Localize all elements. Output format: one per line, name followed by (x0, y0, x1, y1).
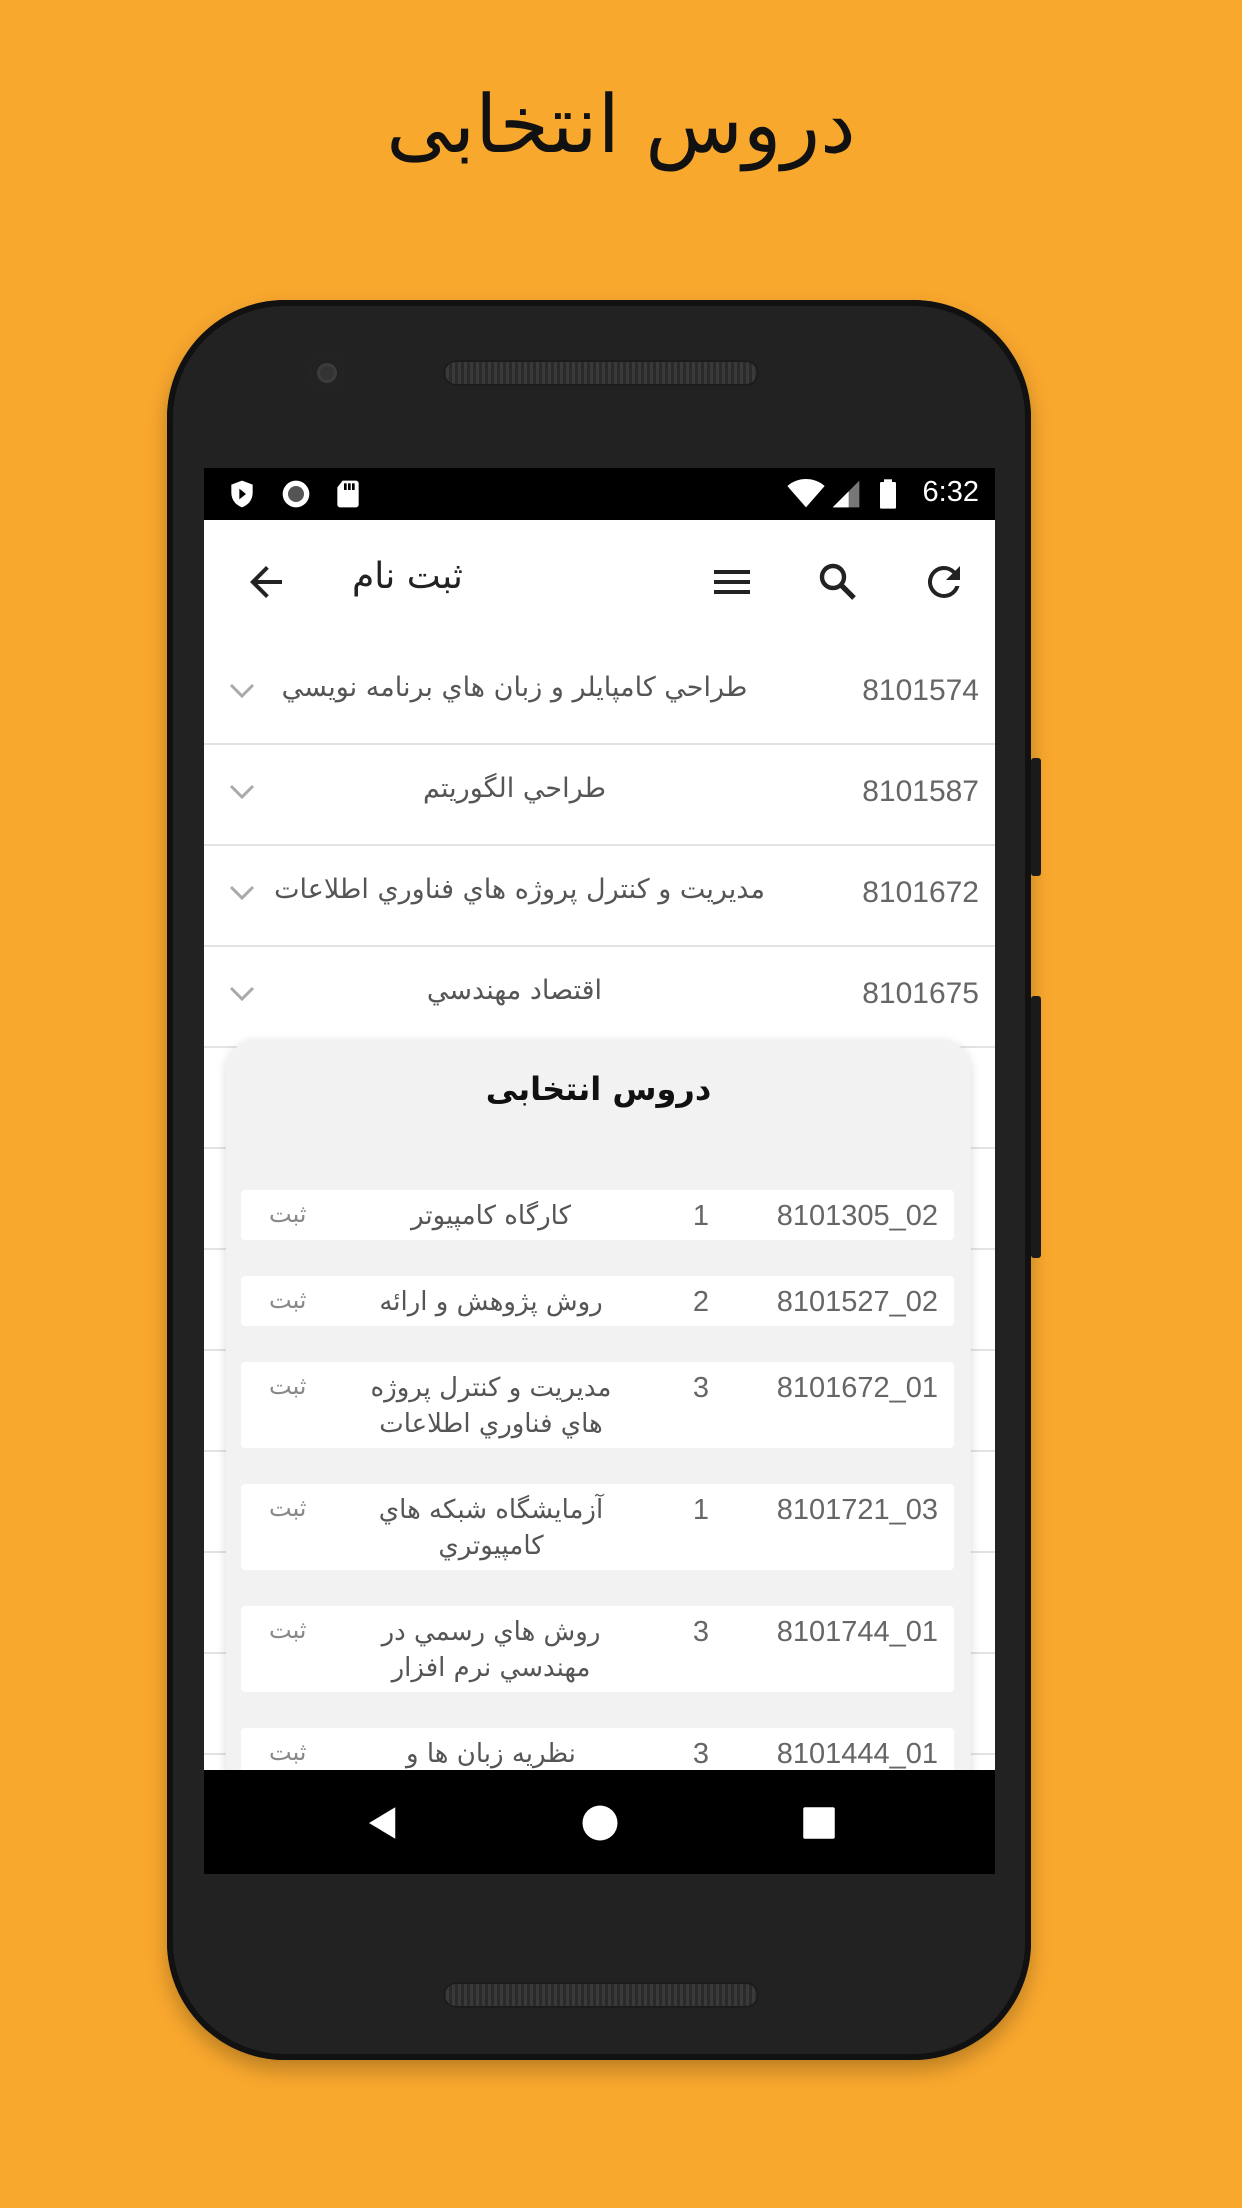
course-name: روش پژوهش و ارائه (379, 1287, 603, 1317)
course-row[interactable]: 8101672 مديريت و كنترل پروژه هاي فناوري … (204, 846, 995, 947)
power-button (1031, 996, 1041, 1258)
bottom-speaker (443, 1982, 759, 2008)
recents-square-icon[interactable] (798, 1802, 840, 1844)
course-name: اقتصاد مهندسي (426, 975, 603, 1006)
selected-course-row: 8101305_02 1 كارگاه كامپيوتر ثبت (241, 1190, 954, 1240)
shield-icon (231, 480, 253, 508)
course-row[interactable]: 8101574 طراحي كامپايلر و زبان هاي برنامه… (204, 644, 995, 745)
course-name: طراحي كامپايلر و زبان هاي برنامه نويسي (281, 672, 748, 703)
phone-screen: 6:32 ثبت نام 8101574 طراحي كامپايلر و زب… (204, 468, 995, 1874)
app-toolbar: ثبت نام (204, 520, 995, 644)
circle-record-icon (282, 480, 310, 508)
course-units: 3 (692, 1616, 710, 1648)
course-code: 8101574 (862, 674, 979, 707)
course-row[interactable]: 8101675 اقتصاد مهندسي (204, 947, 995, 1048)
volume-button (1031, 758, 1041, 876)
register-button[interactable]: ثبت (269, 1494, 307, 1522)
selected-course-row: 8101527_02 2 روش پژوهش و ارائه ثبت (241, 1276, 954, 1326)
course-name: مديريت و كنترل پروژه هاي فناوري اطلاعات (274, 874, 765, 905)
course-units: 3 (692, 1372, 710, 1404)
chevron-down-icon[interactable] (228, 682, 256, 700)
course-units: 2 (692, 1286, 710, 1318)
selected-courses-dialog: دروس انتخابی 8101305_02 1 كارگاه كامپيوت… (226, 1040, 971, 1874)
arrow-back-icon[interactable] (242, 558, 290, 606)
selected-course-row: 8101744_01 3 روش هاي رسمي در مهندسي نرم … (241, 1606, 954, 1692)
wifi-icon (787, 479, 825, 508)
back-triangle-icon[interactable] (362, 1802, 404, 1844)
course-name: آزمايشگاه شبكه هاي كامپيوتري (378, 1495, 604, 1561)
status-bar: 6:32 (204, 468, 995, 520)
course-name: كارگاه كامپيوتر (411, 1201, 571, 1231)
chevron-down-icon[interactable] (228, 985, 256, 1003)
menu-icon[interactable] (708, 558, 756, 606)
front-camera (310, 356, 344, 390)
course-name: طراحي الگوريتم (423, 773, 606, 804)
section-code: 8101527_02 (776, 1286, 938, 1318)
dialog-title: دروس انتخابی (485, 1070, 712, 1108)
toolbar-title: ثبت نام (352, 556, 463, 597)
section-code: 8101444_01 (776, 1738, 938, 1770)
headline: دروس انتخابی (386, 78, 856, 171)
home-circle-icon[interactable] (579, 1802, 621, 1844)
section-code: 8101744_01 (776, 1616, 938, 1648)
chevron-down-icon[interactable] (228, 783, 256, 801)
section-code: 8101672_01 (776, 1372, 938, 1404)
status-time: 6:32 (922, 476, 979, 508)
refresh-icon[interactable] (920, 558, 968, 606)
course-units: 1 (692, 1494, 710, 1526)
course-name: روش هاي رسمي در مهندسي نرم افزار (381, 1617, 601, 1683)
sd-card-icon (337, 480, 359, 508)
navigation-bar (204, 1770, 995, 1874)
course-units: 1 (692, 1200, 710, 1232)
search-icon[interactable] (814, 558, 862, 606)
battery-icon (880, 479, 896, 509)
selected-course-row: 8101672_01 3 مديريت و كنترل پروژه هاي فن… (241, 1362, 954, 1448)
course-code: 8101672 (862, 876, 979, 909)
register-button[interactable]: ثبت (269, 1616, 307, 1644)
section-code: 8101721_03 (776, 1494, 938, 1526)
course-units: 3 (692, 1738, 710, 1770)
course-name: مديريت و كنترل پروژه هاي فناوري اطلاعات (370, 1373, 612, 1439)
register-button[interactable]: ثبت (269, 1738, 307, 1766)
course-row[interactable]: 8101587 طراحي الگوريتم (204, 745, 995, 846)
course-name: نظريه زبان ها و (406, 1739, 576, 1769)
course-code: 8101587 (862, 775, 979, 808)
selected-course-row: 8101721_03 1 آزمايشگاه شبكه هاي كامپيوتر… (241, 1484, 954, 1570)
section-code: 8101305_02 (776, 1200, 938, 1232)
signal-icon (832, 480, 860, 508)
register-button[interactable]: ثبت (269, 1372, 307, 1400)
register-button[interactable]: ثبت (269, 1200, 307, 1228)
course-code: 8101675 (862, 977, 979, 1010)
chevron-down-icon[interactable] (228, 884, 256, 902)
register-button[interactable]: ثبت (269, 1286, 307, 1314)
top-speaker (443, 360, 759, 386)
